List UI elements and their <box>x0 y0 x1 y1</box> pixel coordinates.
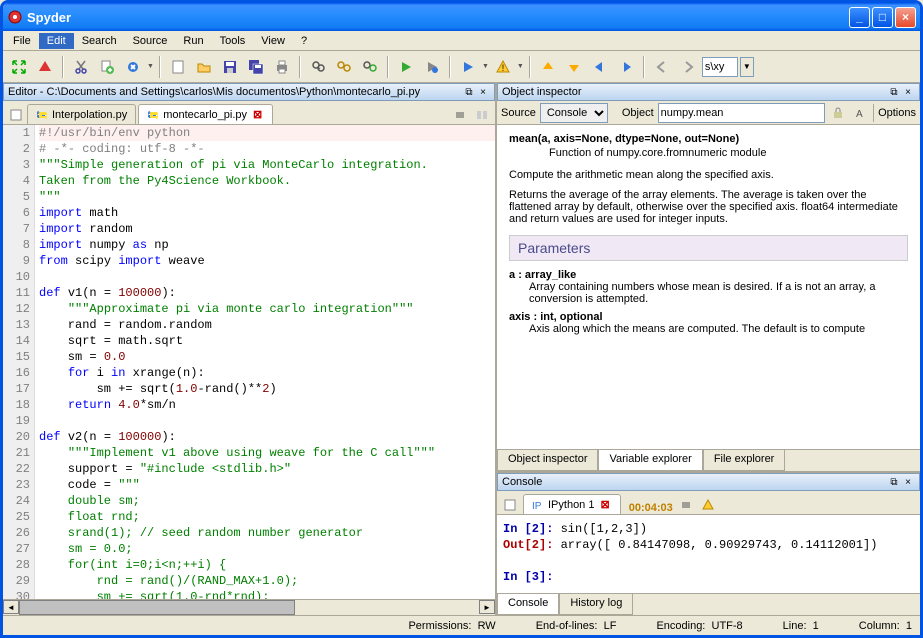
console-opts-icon[interactable] <box>677 496 695 514</box>
bottom-tab[interactable]: Object inspector <box>497 450 598 471</box>
bottom-tab[interactable]: Variable explorer <box>598 450 702 471</box>
nav-up-icon[interactable] <box>536 55 560 79</box>
menu-search[interactable]: Search <box>74 33 125 49</box>
svg-text:!: ! <box>502 63 505 73</box>
print-icon[interactable] <box>270 55 294 79</box>
save-all-icon[interactable] <box>244 55 268 79</box>
source-label: Source <box>501 107 536 119</box>
object-label: Object <box>622 107 654 119</box>
console-tab[interactable]: IP IPython 1 ⊠ <box>523 494 621 514</box>
python-icon <box>36 109 48 121</box>
editor-pane-title: Editor - C:\Documents and Settings\carlo… <box>3 83 495 101</box>
main-toolbar: ▼ ▼ ! ▼ ▼ <box>3 51 920 83</box>
menu-view[interactable]: View <box>253 33 293 49</box>
options-label[interactable]: Options <box>878 107 916 119</box>
inspector-toolbar: Source Console Object A Options <box>497 101 920 125</box>
python-icon <box>147 109 159 121</box>
inspector-undock-icon[interactable]: ⧉ <box>887 85 901 99</box>
save-icon[interactable] <box>218 55 242 79</box>
nav-prev-icon[interactable] <box>588 55 612 79</box>
toolbar-search-input[interactable] <box>702 57 738 77</box>
warning-icon[interactable]: ! <box>491 55 515 79</box>
menu-file[interactable]: File <box>5 33 39 49</box>
menubar: FileEditSearchSourceRunToolsView? <box>3 31 920 51</box>
menu-source[interactable]: Source <box>125 33 176 49</box>
editor-close-icon[interactable]: × <box>476 85 490 99</box>
new-file-icon[interactable] <box>166 55 190 79</box>
svg-text:A: A <box>856 109 863 119</box>
signature: mean(a, axis=None, dtype=None, out=None) <box>509 133 908 145</box>
add-file-icon[interactable] <box>95 55 119 79</box>
nav-next-icon[interactable] <box>614 55 638 79</box>
module-line: Function of numpy.core.fromnumeric modul… <box>549 147 908 159</box>
run-settings-icon[interactable] <box>420 55 444 79</box>
inspector-content: mean(a, axis=None, dtype=None, out=None)… <box>497 125 920 449</box>
editor-tabbar: Interpolation.pymontecarlo_pi.py⊠ <box>3 101 495 125</box>
editor-undock-icon[interactable]: ⧉ <box>462 85 476 99</box>
inspector-font-icon[interactable]: A <box>851 104 869 122</box>
find-replace-icon[interactable] <box>358 55 382 79</box>
inspector-pane-title: Object inspector ⧉ × <box>497 83 920 101</box>
desc-2: Returns the average of the array element… <box>509 189 908 225</box>
debug-icon[interactable] <box>456 55 480 79</box>
svg-text:IP: IP <box>532 501 542 511</box>
editor-opts-icon[interactable] <box>451 106 469 124</box>
window-title: Spyder <box>27 10 849 25</box>
menu-?[interactable]: ? <box>293 33 315 49</box>
toolbar-search-dropdown[interactable]: ▼ <box>740 57 754 77</box>
find-icon[interactable] <box>306 55 330 79</box>
inspector-bottom-tabs: Object inspectorVariable explorerFile ex… <box>497 449 920 471</box>
bottom-tab[interactable]: History log <box>559 594 633 615</box>
forward-icon[interactable] <box>676 55 700 79</box>
editor-tab[interactable]: montecarlo_pi.py⊠ <box>138 104 273 124</box>
editor-tab[interactable]: Interpolation.py <box>27 104 136 124</box>
console-warn-icon[interactable] <box>699 496 717 514</box>
menu-run[interactable]: Run <box>175 33 211 49</box>
console-list-icon[interactable] <box>501 496 519 514</box>
console-tab-close-icon[interactable]: ⊠ <box>598 498 611 511</box>
console-output[interactable]: In [2]: sin([1,2,3])Out[2]: array([ 0.84… <box>497 515 920 593</box>
inspector-close-icon[interactable]: × <box>901 85 915 99</box>
minimize-button[interactable]: _ <box>849 7 870 28</box>
source-select[interactable]: Console <box>540 103 608 123</box>
preferences-icon[interactable] <box>121 55 145 79</box>
statusbar: Permissions: RW End-of-lines: LF Encodin… <box>3 615 920 635</box>
menu-tools[interactable]: Tools <box>212 33 254 49</box>
ipython-icon: IP <box>532 499 544 511</box>
inspector-lock-icon[interactable] <box>829 104 847 122</box>
app-icon <box>7 9 23 25</box>
back-icon[interactable] <box>650 55 674 79</box>
console-tabbar: IP IPython 1 ⊠ 00:04:03 <box>497 491 920 515</box>
bottom-tab[interactable]: File explorer <box>703 450 786 471</box>
editor-hscroll[interactable]: ◄ ► <box>3 599 495 615</box>
editor-split-icon[interactable] <box>473 106 491 124</box>
console-bottom-tabs: ConsoleHistory log <box>497 593 920 615</box>
fullscreen-icon[interactable] <box>7 55 31 79</box>
object-input[interactable] <box>658 103 825 123</box>
tab-close-icon[interactable]: ⊠ <box>251 108 264 121</box>
console-undock-icon[interactable]: ⧉ <box>887 475 901 489</box>
run-icon[interactable] <box>394 55 418 79</box>
find-files-icon[interactable] <box>332 55 356 79</box>
tab-list-icon[interactable] <box>7 106 25 124</box>
console-timer: 00:04:03 <box>629 502 673 514</box>
bottom-tab[interactable]: Console <box>497 594 559 615</box>
nav-down-icon[interactable] <box>562 55 586 79</box>
editor-path: Editor - C:\Documents and Settings\carlo… <box>8 86 462 98</box>
console-pane-title: Console ⧉ × <box>497 473 920 491</box>
maximize-button[interactable]: □ <box>872 7 893 28</box>
close-window-button[interactable]: × <box>895 7 916 28</box>
open-file-icon[interactable] <box>192 55 216 79</box>
titlebar[interactable]: Spyder _ □ × <box>3 3 920 31</box>
console-close-icon[interactable]: × <box>901 475 915 489</box>
params-header: Parameters <box>509 235 908 261</box>
main-window: Spyder _ □ × FileEditSearchSourceRunTool… <box>0 0 923 638</box>
scroll-left-icon[interactable]: ◄ <box>3 600 19 614</box>
menu-edit[interactable]: Edit <box>39 33 74 49</box>
desc-1: Compute the arithmetic mean along the sp… <box>509 169 908 181</box>
cut-icon[interactable] <box>69 55 93 79</box>
marker-icon[interactable] <box>33 55 57 79</box>
scroll-right-icon[interactable]: ► <box>479 600 495 614</box>
code-editor[interactable]: 1234567891011121314151617181920212223242… <box>3 125 495 599</box>
